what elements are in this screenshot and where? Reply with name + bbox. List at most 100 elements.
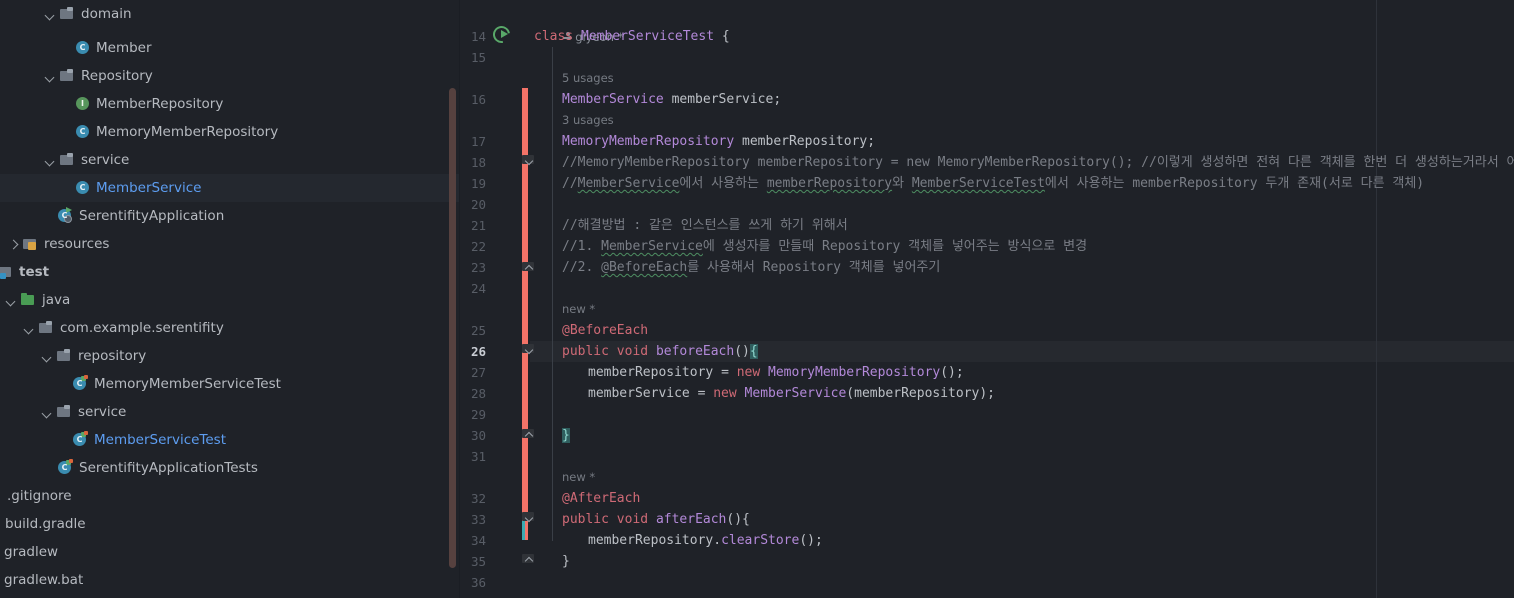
tree-item-memorymemberrepository[interactable]: MemoryMemberRepository <box>0 118 460 146</box>
tree-item-label: gradlew.bat <box>4 572 84 588</box>
code-text-area[interactable]: giyeon * class MemberServiceTest { 5 usa… <box>530 0 1514 598</box>
tree-item-label: MemberService <box>96 180 202 196</box>
usage-hint-17[interactable]: 3 usages <box>562 110 614 131</box>
tree-item-label: MemoryMemberRepository <box>96 124 279 140</box>
tree-item-label: resources <box>44 236 110 252</box>
chevron-down-icon[interactable] <box>41 350 54 363</box>
tree-item-label: Member <box>96 40 152 56</box>
project-tree-panel[interactable]: domain Member Repository MemberRepositor… <box>0 0 460 598</box>
line-number: 19 <box>470 176 486 191</box>
tree-item-label: SerentifityApplication <box>79 208 225 224</box>
tree-item-repository-test-pkg[interactable]: repository <box>0 342 460 370</box>
chevron-down-icon[interactable] <box>41 406 54 419</box>
code-line-30: } <box>562 428 570 443</box>
code-line-19: //MemberService에서 사용하는 memberRepository와… <box>562 176 1425 191</box>
line-number: 18 <box>470 155 486 170</box>
code-line-32: @AfterEach <box>562 491 641 506</box>
line-number: 32 <box>470 491 486 506</box>
tree-item-gitignore[interactable]: .gitignore <box>0 482 460 510</box>
package-icon <box>59 68 76 84</box>
class-icon <box>74 180 91 196</box>
editor-gutter[interactable]: 14 15 16 17 18 19 20 21 22 23 24 25 26 2… <box>460 0 534 598</box>
test-folder-icon <box>0 264 14 280</box>
chevron-down-icon[interactable] <box>44 8 57 21</box>
package-icon <box>59 152 76 168</box>
tree-item-resources[interactable]: resources <box>0 230 460 258</box>
line-number: 34 <box>470 533 486 548</box>
tree-item-com-example-serentifity[interactable]: com.example.serentifity <box>0 314 460 342</box>
run-class-gutter-icon[interactable] <box>489 22 514 47</box>
tree-item-label: service <box>78 404 127 420</box>
line-number: 14 <box>470 29 486 44</box>
new-hint-32[interactable]: new * <box>562 467 595 488</box>
code-line-27: memberRepository = new MemoryMemberRepos… <box>588 365 964 380</box>
line-number: 35 <box>470 554 486 569</box>
tree-item-java[interactable]: java <box>0 286 460 314</box>
package-icon <box>38 320 55 336</box>
tree-item-label: Repository <box>81 68 153 84</box>
spring-class-icon <box>57 207 74 224</box>
chevron-right-icon[interactable] <box>7 238 20 251</box>
tree-item-test[interactable]: test <box>0 258 460 286</box>
line-number: 33 <box>470 512 486 527</box>
package-icon <box>59 6 76 22</box>
code-line-28: memberService = new MemberService(member… <box>588 386 996 401</box>
tree-item-label: SerentifityApplicationTests <box>79 460 258 476</box>
code-line-22: //1. MemberService에 생성자를 만들때 Repository … <box>562 239 1088 254</box>
usage-hint-16[interactable]: 5 usages <box>562 68 614 89</box>
code-line-17: MemoryMemberRepository memberRepository; <box>562 134 876 149</box>
tree-item-gradlew[interactable]: gradlew <box>0 538 460 566</box>
tree-item-label: test <box>19 264 50 280</box>
tree-item-label: domain <box>81 6 132 22</box>
tree-item-serentifityapplicationtests[interactable]: SerentifityApplicationTests <box>0 454 460 482</box>
tree-item-memberservicetest[interactable]: MemberServiceTest <box>0 426 460 454</box>
interface-icon <box>74 96 91 112</box>
right-margin-guide <box>1376 0 1377 598</box>
tree-item-memorymemberservicetest[interactable]: MemoryMemberServiceTest <box>0 370 460 398</box>
code-line-23: //2. @BeforeEach를 사용해서 Repository 객체를 넣어… <box>562 260 941 275</box>
code-line-26: public void beforeEach(){ <box>562 344 758 359</box>
chevron-down-icon[interactable] <box>44 154 57 167</box>
code-line-25: @BeforeEach <box>562 323 649 338</box>
line-number: 24 <box>470 281 486 296</box>
tree-item-label: MemoryMemberServiceTest <box>94 376 281 392</box>
project-tree-scrollbar[interactable] <box>449 88 456 568</box>
chevron-down-icon[interactable] <box>23 322 36 335</box>
tree-item-label: repository <box>78 348 147 364</box>
class-icon <box>74 124 91 140</box>
tree-item-build-gradle[interactable]: build.gradle <box>0 510 460 538</box>
tree-item-memberservice[interactable]: MemberService <box>0 174 460 202</box>
tree-item-service-test-pkg[interactable]: service <box>0 398 460 426</box>
line-number: 25 <box>470 323 486 338</box>
code-line-35: } <box>562 554 570 569</box>
tree-item-label: build.gradle <box>5 516 86 532</box>
tree-item-domain[interactable]: domain <box>0 0 460 28</box>
tree-item-gradlew-bat[interactable]: gradlew.bat <box>0 566 460 594</box>
line-number: 31 <box>470 449 486 464</box>
test-class-icon <box>72 431 89 448</box>
tree-item-label: java <box>42 292 71 308</box>
line-number: 22 <box>470 239 486 254</box>
git-file-icon <box>0 488 2 504</box>
tree-item-service-pkg[interactable]: service <box>0 146 460 174</box>
editor-panel[interactable]: 14 15 16 17 18 19 20 21 22 23 24 25 26 2… <box>460 0 1514 598</box>
tree-item-repository-pkg[interactable]: Repository <box>0 62 460 90</box>
tree-item-memberrepository[interactable]: MemberRepository <box>0 90 460 118</box>
line-number: 20 <box>470 197 486 212</box>
class-icon <box>74 40 91 56</box>
line-number: 30 <box>470 428 486 443</box>
code-line-18: //MemoryMemberRepository memberRepositor… <box>562 155 1514 170</box>
chevron-down-icon[interactable] <box>44 70 57 83</box>
new-hint-25[interactable]: new * <box>562 299 595 320</box>
code-line-21: //해결방법 : 같은 인스턴스를 쓰게 하기 위해서 <box>562 218 848 233</box>
test-class-icon <box>57 459 74 476</box>
tree-item-serentifityapplication[interactable]: SerentifityApplication <box>0 202 460 230</box>
chevron-down-icon[interactable] <box>5 294 18 307</box>
package-icon <box>56 348 73 364</box>
source-folder-icon <box>20 292 37 308</box>
code-line-34: memberRepository.clearStore(); <box>588 533 823 548</box>
line-number: 36 <box>470 575 486 590</box>
tree-item-member[interactable]: Member <box>0 34 460 62</box>
code-line-14: class MemberServiceTest { <box>534 29 730 44</box>
code-line-16: MemberService memberService; <box>562 92 782 107</box>
